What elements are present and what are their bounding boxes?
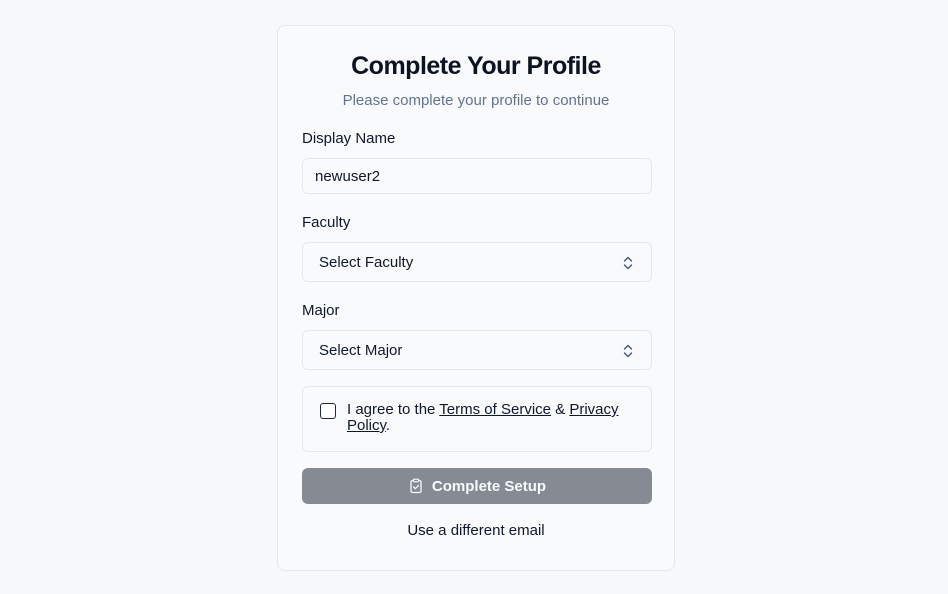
terms-agreement: I agree to the Terms of Service & Privac…	[302, 386, 652, 452]
profile-card: Complete Your Profile Please complete yo…	[277, 25, 675, 571]
agreement-suffix: .	[385, 417, 391, 434]
terms-agreement-text: I agree to the Terms of Service & Privac…	[347, 402, 637, 434]
major-select[interactable]: Select Major	[302, 330, 652, 370]
major-label: Major	[302, 302, 340, 319]
complete-setup-label: Complete Setup	[431, 477, 547, 495]
faculty-select-value: Select Faculty	[319, 253, 414, 271]
major-select-value: Select Major	[319, 341, 403, 359]
clipboard-check-icon	[410, 478, 422, 494]
page-title: Complete Your Profile	[351, 52, 601, 80]
chevron-up-down-icon	[623, 256, 633, 270]
page-subtitle: Please complete your profile to continue	[342, 92, 610, 109]
faculty-select[interactable]: Select Faculty	[302, 242, 652, 282]
agreement-joiner: &	[551, 401, 570, 418]
chevron-up-down-icon	[623, 344, 633, 358]
agreement-prefix: I agree to the	[347, 401, 440, 418]
complete-setup-button[interactable]: Complete Setup	[302, 468, 652, 504]
use-different-email-link[interactable]: Use a different email	[278, 522, 674, 539]
faculty-label: Faculty	[302, 214, 351, 231]
terms-of-service-link[interactable]: Terms of Service	[439, 401, 551, 418]
display-name-input[interactable]	[302, 158, 652, 194]
terms-checkbox[interactable]	[320, 403, 336, 419]
display-name-label: Display Name	[302, 130, 396, 147]
